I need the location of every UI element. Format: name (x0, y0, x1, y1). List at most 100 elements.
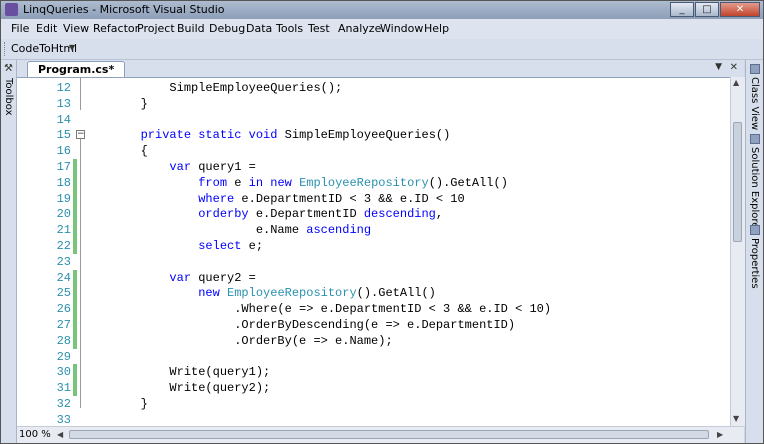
scroll-left-icon[interactable]: ◀ (57, 430, 63, 439)
code-line[interactable]: 18 from e in new EmployeeRepository().Ge… (17, 174, 730, 191)
properties-icon[interactable] (750, 225, 760, 235)
menu-tools[interactable]: Tools (276, 22, 303, 35)
code-line[interactable]: 20 orderby e.DepartmentID descending, (17, 206, 730, 223)
menu-analyze[interactable]: Analyze (338, 22, 381, 35)
code-to-html-button[interactable]: CodeToHtml (11, 42, 77, 55)
code-line[interactable]: 21 e.Name ascending (17, 222, 730, 239)
code-text: .OrderBy(e => e.Name); (83, 334, 392, 348)
class-view-icon[interactable] (750, 64, 760, 74)
maximize-button[interactable]: □ (695, 2, 719, 17)
code-line[interactable]: 33 (17, 412, 730, 427)
code-text: Write(query2); (83, 381, 270, 395)
code-line[interactable]: 12 SimpleEmployeeQueries(); (17, 80, 730, 96)
close-button[interactable]: ✕ (720, 2, 760, 17)
line-number: 26 (56, 302, 71, 317)
change-marker (73, 301, 77, 318)
code-line[interactable]: 29 (17, 349, 730, 365)
code-text: .Where(e => e.DepartmentID < 3 && e.ID <… (83, 302, 551, 316)
code-line[interactable]: 24 var query2 = (17, 269, 730, 286)
scroll-right-icon[interactable]: ▶ (717, 430, 723, 439)
menu-refactor[interactable]: Refactor (93, 22, 139, 35)
code-line[interactable]: 27 .OrderByDescending(e => e.DepartmentI… (17, 317, 730, 333)
code-token: } (83, 397, 148, 411)
code-token: ascending (306, 223, 372, 238)
minimize-button[interactable]: _ (670, 2, 694, 17)
menu-data[interactable]: Data (246, 22, 272, 35)
code-token: ().GetAll() (428, 175, 508, 190)
code-token: Write(query1); (83, 365, 271, 380)
code-token: query2 = (191, 270, 256, 285)
change-marker (73, 380, 77, 397)
code-token: var (169, 270, 192, 285)
line-number: 12 (56, 81, 71, 95)
window-controls: _ □ ✕ (669, 2, 760, 17)
menu-help[interactable]: Help (424, 22, 449, 35)
vertical-scroll-thumb[interactable] (733, 122, 742, 242)
line-number: 22 (56, 239, 71, 253)
change-marker (73, 364, 77, 381)
horizontal-scrollbar[interactable]: 100 % ◀ ▶ (17, 426, 744, 443)
scroll-up-icon[interactable]: ▲ (733, 78, 739, 87)
menu-view[interactable]: View (63, 22, 89, 35)
menu-project[interactable]: Project (137, 22, 175, 35)
code-line[interactable]: 31 Write(query2); (17, 380, 730, 397)
menu-build[interactable]: Build (177, 22, 205, 35)
code-line[interactable]: 13 } (17, 96, 730, 112)
code-token: e (227, 175, 249, 190)
code-editor[interactable]: 12 SimpleEmployeeQueries(); 13 } 14 15 priv… (17, 77, 730, 427)
toolbar: CodeToHtml ▼ (1, 39, 763, 60)
close-tab-icon[interactable]: ✕ (730, 62, 738, 73)
collapse-region-icon[interactable]: − (76, 130, 85, 140)
code-line[interactable]: 15 private static void SimpleEmployeeQue… (17, 127, 730, 143)
code-text: orderby e.DepartmentID descending, (83, 207, 443, 221)
menu-file[interactable]: File (11, 22, 29, 35)
code-line[interactable]: 22 select e; (17, 238, 730, 254)
code-line[interactable]: 25 new EmployeeRepository().GetAll() (17, 285, 730, 302)
change-marker (73, 269, 77, 286)
tab-program-cs[interactable]: Program.cs* (27, 61, 126, 78)
menu-test[interactable]: Test (308, 22, 330, 35)
toolbox-icon[interactable]: ⚒ (4, 63, 13, 74)
line-number: 29 (56, 349, 71, 364)
code-line[interactable]: 17 var query1 = (17, 159, 730, 175)
code-line[interactable]: 28 .OrderBy(e => e.Name); (17, 332, 730, 349)
properties-tab[interactable]: Properties (749, 238, 760, 289)
vertical-scrollbar[interactable]: ▲ ▼ (730, 77, 745, 426)
menu-edit[interactable]: Edit (36, 22, 57, 35)
menu-debug[interactable]: Debug (209, 22, 245, 35)
toolbox-tab[interactable]: Toolbox (3, 78, 14, 116)
code-token: ().GetAll() (356, 286, 436, 301)
code-line[interactable]: 23 (17, 254, 730, 270)
horizontal-scroll-thumb[interactable] (69, 430, 709, 439)
code-line[interactable]: 19 where e.DepartmentID < 3 && e.ID < 10 (17, 190, 730, 207)
code-line[interactable]: 16 { (17, 143, 730, 159)
scroll-down-icon[interactable]: ▼ (733, 414, 739, 423)
toolbar-options-icon[interactable]: ▼ (69, 43, 75, 52)
code-token: void (248, 128, 278, 143)
line-number: 24 (56, 270, 71, 285)
code-text: e.Name ascending (83, 223, 371, 237)
solution-explorer-tab[interactable]: Solution Explorer (749, 147, 760, 233)
code-token: { (83, 144, 148, 159)
code-token: orderby (198, 207, 249, 222)
zoom-level[interactable]: 100 % (19, 429, 51, 440)
code-text: Write(query1); (83, 365, 270, 379)
menu-window[interactable]: Window (380, 22, 423, 35)
code-line[interactable]: 26 .Where(e => e.DepartmentID < 3 && e.I… (17, 301, 730, 318)
code-token: in (248, 175, 264, 190)
code-token: e.Name (83, 223, 307, 238)
tab-list-icon[interactable]: ▼ (715, 62, 722, 72)
code-line[interactable]: 14 (17, 112, 730, 128)
code-token: select (198, 239, 242, 253)
change-marker (73, 190, 77, 207)
code-line[interactable]: 30 Write(query1); (17, 364, 730, 381)
toolbar-grip[interactable] (4, 42, 8, 56)
class-view-tab[interactable]: Class View (749, 77, 760, 130)
code-line[interactable]: 32 } (17, 396, 730, 412)
solution-explorer-icon[interactable] (750, 134, 760, 144)
code-text: from e in new EmployeeRepository().GetAl… (83, 176, 508, 190)
